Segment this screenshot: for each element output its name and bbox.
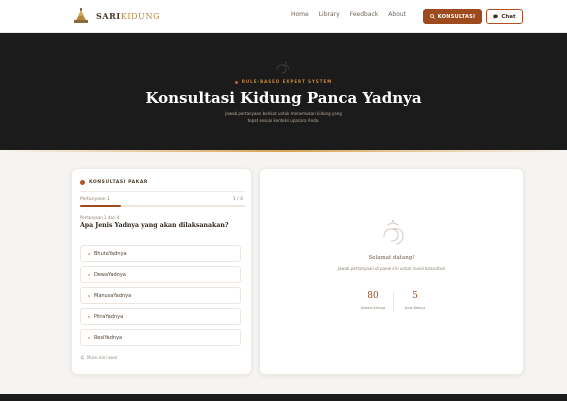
option-pitra-yadnya[interactable]: PitraYadnya xyxy=(80,308,241,325)
page-title: Konsultasi Kidung Panca Yadnya xyxy=(145,89,422,107)
option-dewa-yadnya[interactable]: DewaYadnya xyxy=(80,266,241,283)
restart-label: Mulai dari awal xyxy=(87,355,118,360)
chat-bubble-icon xyxy=(493,14,499,19)
nav-links: Home Library Feedback About xyxy=(291,11,416,18)
nav-link-library[interactable]: Library xyxy=(319,11,340,18)
stat-label: Jenis Yadnya xyxy=(404,306,426,310)
nav-link-home[interactable]: Home xyxy=(291,11,309,18)
brand-name: SARIKIDUNG xyxy=(96,11,161,21)
search-icon xyxy=(429,14,435,19)
welcome-panel: Selamat datang! Jawab pertanyaan di pane… xyxy=(259,168,524,375)
answer-options: BhutaYadnya DewaYadnya ManusaYadnya Pitr… xyxy=(80,245,241,350)
progress-bar-fill xyxy=(80,205,122,207)
stat-yadnya: 5 Jenis Yadnya xyxy=(398,291,432,310)
progress-bar xyxy=(80,205,245,207)
kicker-dot xyxy=(234,80,238,84)
restart-link[interactable]: Mulai dari awal xyxy=(80,355,117,360)
question-text: Apa Jenis Yadnya yang akan dilaksanakan? xyxy=(80,222,229,229)
refresh-icon xyxy=(80,355,85,360)
option-bullet xyxy=(88,315,90,318)
hero-kicker: RULE-BASED EXPERT SYSTEM xyxy=(0,79,567,84)
nav-link-feedback[interactable]: Feedback xyxy=(350,11,379,18)
panel-heading: KONSULTASI PAKAR xyxy=(80,180,148,185)
nav-link-about[interactable]: About xyxy=(388,11,406,18)
option-bullet xyxy=(88,336,90,339)
hero-subtitle: Jawab pertanyaan berikut untuk menemukan… xyxy=(225,111,342,123)
brand[interactable]: SARIKIDUNG xyxy=(72,8,160,24)
konsultasi-button-label: KONSULTASI xyxy=(437,13,476,20)
option-bhuta-yadnya[interactable]: BhutaYadnya xyxy=(80,245,241,262)
stat-label: Koleksi Kidung xyxy=(361,306,385,310)
progress-count: 1 / 4 xyxy=(232,197,243,202)
option-manusa-yadnya[interactable]: ManusaYadnya xyxy=(80,287,241,304)
konsultasi-button[interactable]: KONSULTASI xyxy=(423,9,482,24)
panel-heading-label: KONSULTASI PAKAR xyxy=(89,180,148,185)
temple-logo-icon xyxy=(74,8,88,23)
chat-button-label: Chat xyxy=(501,13,516,20)
top-navbar: SARIKIDUNG Home Library Feedback About K… xyxy=(0,0,567,33)
stat-separator xyxy=(393,292,394,312)
panel-divider xyxy=(80,191,245,192)
option-bullet xyxy=(88,273,90,276)
stat-kidung: 80 Koleksi Kidung xyxy=(356,291,390,310)
footer-strip xyxy=(0,394,567,401)
option-bullet xyxy=(88,294,90,297)
hero-divider xyxy=(0,150,567,152)
om-ornament-icon xyxy=(383,219,404,245)
hero-banner: RULE-BASED EXPERT SYSTEM Konsultasi Kidu… xyxy=(0,33,567,150)
stat-value: 80 xyxy=(367,291,379,301)
option-bullet xyxy=(88,252,90,255)
heading-dot xyxy=(80,180,85,185)
chat-button[interactable]: Chat xyxy=(486,9,523,24)
om-ornament-icon xyxy=(276,61,290,74)
welcome-title: Selamat datang! xyxy=(368,255,415,261)
question-step: Pertanyaan 1 dari 4 xyxy=(80,215,120,220)
welcome-subtitle: Jawab pertanyaan di panel kiri untuk mul… xyxy=(337,266,446,271)
option-resi-yadnya[interactable]: ResiYadnya xyxy=(80,329,241,346)
progress-label: Pertanyaan 1 xyxy=(80,197,110,202)
consultation-panel: KONSULTASI PAKAR Pertanyaan 1 1 / 4 Pert… xyxy=(71,168,252,375)
stat-value: 5 xyxy=(412,291,418,301)
